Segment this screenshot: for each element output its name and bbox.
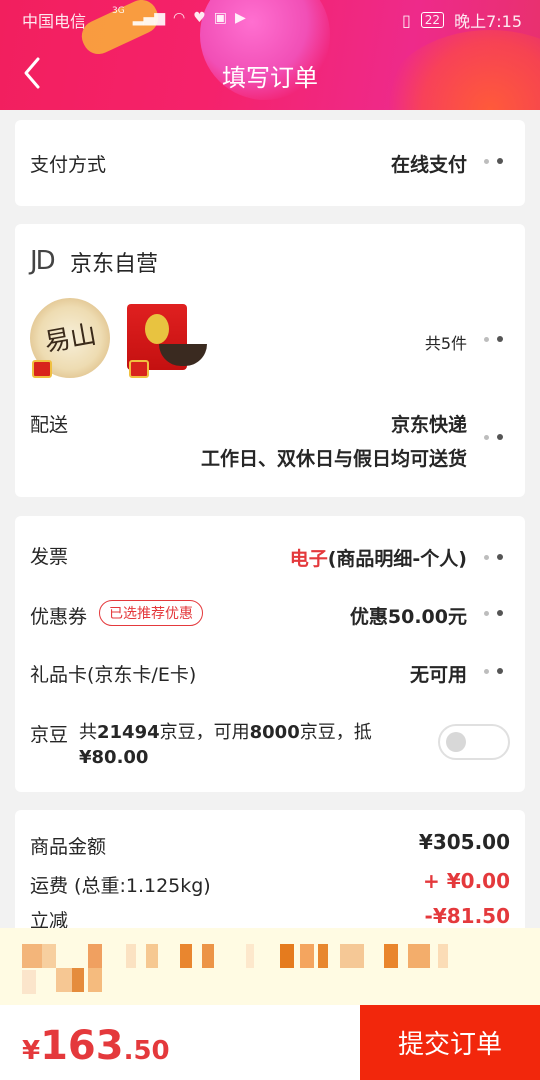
clock: 晚上7:15 (454, 12, 522, 31)
jd-logo: JD (30, 246, 56, 276)
shop-card: JD 京东自营 易山 共5件 配送 京东快递 工作日、双休日与假日均可送货 (15, 224, 525, 497)
product-badge-icon (32, 360, 52, 378)
vibrate-icon: ▯ (401, 10, 411, 30)
page-title: 填写订单 (222, 64, 318, 92)
product-count: 共5件 (424, 334, 467, 353)
summary-value: -¥81.50 (424, 904, 510, 928)
invoice-row[interactable]: 发票 电子(商品明细-个人) (15, 516, 525, 576)
giftcard-value: 无可用 (409, 664, 467, 686)
more-icon (480, 156, 510, 166)
delivery-label: 配送 (30, 414, 69, 436)
summary-value: ¥305.00 (418, 830, 510, 854)
delivery-time: 工作日、双休日与假日均可送货 (200, 448, 467, 470)
giftcard-label: 礼品卡(京东卡/E卡) (30, 664, 197, 686)
coupon-value: 优惠50.00元 (349, 606, 467, 628)
heart-icon: ♥ (193, 10, 206, 26)
app-icon: ▣ (213, 10, 228, 26)
jingdou-toggle[interactable] (438, 724, 510, 760)
coupon-tag: 已选推荐优惠 (99, 600, 203, 626)
network-type: 3G (112, 6, 125, 16)
more-icon[interactable] (480, 432, 510, 442)
invoice-label: 发票 (30, 546, 69, 568)
product-badge-icon (129, 360, 149, 378)
coupon-label: 优惠券 (30, 606, 88, 628)
more-icon[interactable] (480, 334, 510, 344)
payment-label: 支付方式 (30, 154, 107, 176)
status-icons: 3G ▂▄▆ ◠ ♥ ▣ ▶ (112, 6, 246, 26)
coupon-row[interactable]: 优惠券 已选推荐优惠 优惠50.00元 (15, 576, 525, 636)
more-icon (480, 552, 510, 562)
product-image-tea-cake[interactable]: 易山 (30, 298, 120, 388)
bottom-bar: ¥163.50 提交订单 (0, 1005, 540, 1080)
header: 中国电信 3G ▂▄▆ ◠ ♥ ▣ ▶ ▯ 22 晚上7:15 填写订单 (0, 0, 540, 110)
total-price: ¥163.50 (22, 1023, 170, 1069)
options-card: 发票 电子(商品明细-个人) 优惠券 已选推荐优惠 优惠50.00元 礼品卡(京… (15, 516, 525, 792)
jingdou-label: 京豆 (30, 724, 69, 746)
battery-icon: 22 (420, 12, 445, 28)
product-image-tea-tin[interactable] (127, 298, 217, 388)
wifi-icon: ◠ (173, 10, 186, 26)
carrier-name: 中国电信 (22, 12, 87, 31)
giftcard-row[interactable]: 礼品卡(京东卡/E卡) 无可用 (15, 636, 525, 696)
tea-cake-text: 易山 (42, 319, 99, 359)
shop-name: 京东自营 (70, 252, 159, 277)
promo-banner[interactable] (0, 928, 540, 1005)
invoice-value: 电子(商品明细-个人) (289, 548, 467, 570)
more-icon (480, 608, 510, 618)
delivery-method: 京东快递 (390, 414, 467, 436)
status-bar: 中国电信 3G ▂▄▆ ◠ ♥ ▣ ▶ ▯ 22 晚上7:15 (0, 6, 540, 32)
jingdou-desc: 共21494京豆，可用8000京豆，抵 ¥80.00 (79, 722, 372, 768)
status-right: ▯ 22 晚上7:15 (402, 8, 522, 32)
summary-label: 运费 (总重:1.125kg) (30, 875, 211, 897)
submit-order-button[interactable]: 提交订单 (360, 1005, 540, 1080)
summary-value: + ¥0.00 (423, 869, 510, 893)
more-icon (480, 666, 510, 676)
payment-value: 在线支付 (390, 154, 467, 176)
toggle-knob (446, 732, 466, 752)
play-icon: ▶ (235, 10, 246, 26)
signal-icon: ▂▄▆ (132, 10, 166, 26)
summary-label: 商品金额 (30, 836, 107, 858)
payment-card[interactable]: 支付方式 在线支付 (15, 120, 525, 206)
